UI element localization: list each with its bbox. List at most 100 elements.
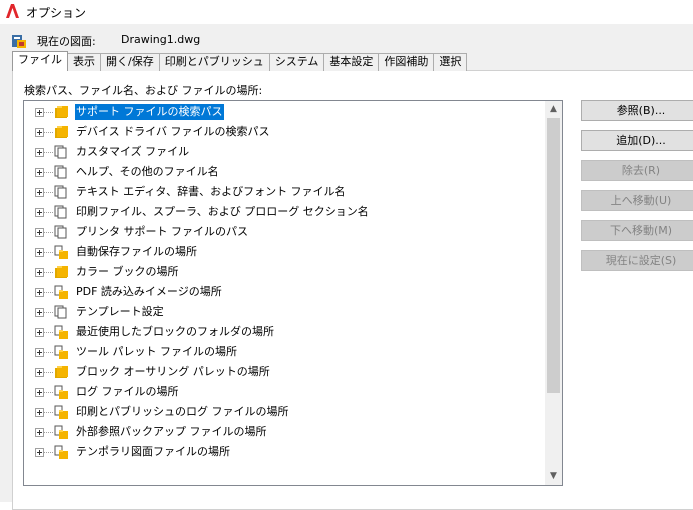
tree-connector [44,372,53,373]
expand-icon[interactable] [35,448,44,457]
tab-user-preferences[interactable]: 基本設定 [323,53,380,71]
expand-icon[interactable] [35,168,44,177]
tree-connector [44,312,53,313]
tree-item-label[interactable]: ヘルプ、その他のファイル名 [75,164,220,180]
scrollbar-thumb[interactable] [547,118,560,393]
expand-icon[interactable] [35,288,44,297]
tree-item[interactable]: テキスト エディタ、辞書、およびフォント ファイル名 [24,182,546,202]
expand-icon[interactable] [35,408,44,417]
expand-icon[interactable] [35,388,44,397]
tree-item[interactable]: 印刷ファイル、スプーラ、および プロローグ セクション名 [24,202,546,222]
tree-connector [44,112,53,113]
file-stack-icon [54,305,67,319]
tree-connector [44,432,53,433]
tree-item[interactable]: ツール パレット ファイルの場所 [24,342,546,362]
current-drawing-value: Drawing1.dwg [121,33,201,46]
tree-item-label[interactable]: テキスト エディタ、辞書、およびフォント ファイル名 [75,184,347,200]
file-folder-icon [54,445,68,459]
expand-icon[interactable] [35,208,44,217]
vertical-scrollbar[interactable]: ▲ ▼ [545,101,562,485]
tab-strip: ファイル 表示 開く/保存 印刷とパブリッシュ システム 基本設定 作図補助 選択 [12,51,468,71]
file-stack-icon [54,205,67,219]
tree-item-label[interactable]: サポート ファイルの検索パス [75,104,224,120]
set-current-button[interactable]: 現在に設定(S) [581,250,693,271]
expand-icon[interactable] [35,328,44,337]
tab-drafting[interactable]: 作図補助 [378,53,435,71]
tree-item[interactable]: ヘルプ、その他のファイル名 [24,162,546,182]
tab-open-save[interactable]: 開く/保存 [100,53,160,71]
folder-stack-icon [55,266,68,278]
expand-icon[interactable] [35,188,44,197]
tree-item-label[interactable]: ツール パレット ファイルの場所 [75,344,238,360]
tree-connector [44,352,53,353]
tree-item[interactable]: テンプレート設定 [24,302,546,322]
file-folder-icon [54,245,68,259]
file-folder-icon [54,425,68,439]
expand-icon[interactable] [35,128,44,137]
tree-connector [44,332,53,333]
tab-display[interactable]: 表示 [67,53,101,71]
tree-item[interactable]: ブロック オーサリング パレットの場所 [24,362,546,382]
add-button[interactable]: 追加(D)... [581,130,693,151]
tree-item[interactable]: カスタマイズ ファイル [24,142,546,162]
drawing-file-icon [12,35,26,48]
scroll-up-icon[interactable]: ▲ [545,101,562,118]
tree-connector [44,152,53,153]
file-stack-icon [54,185,67,199]
tree-item[interactable]: 最近使用したブロックのフォルダの場所 [24,322,546,342]
expand-icon[interactable] [35,308,44,317]
tree-item[interactable]: 印刷とパブリッシュのログ ファイルの場所 [24,402,546,422]
tree-item-label[interactable]: カスタマイズ ファイル [75,144,190,160]
browse-button[interactable]: 参照(B)... [581,100,693,121]
file-folder-icon [54,285,68,299]
tree-item[interactable]: 自動保存ファイルの場所 [24,242,546,262]
move-up-button[interactable]: 上へ移動(U) [581,190,693,211]
tree-connector [44,212,53,213]
tree-item[interactable]: 外部参照パックアップ ファイルの場所 [24,422,546,442]
expand-icon[interactable] [35,428,44,437]
tree-item-label[interactable]: PDF 読み込みイメージの場所 [75,284,223,300]
move-down-button[interactable]: 下へ移動(M) [581,220,693,241]
tree-item-label[interactable]: テンポラリ図面ファイルの場所 [75,444,231,460]
file-folder-icon [54,405,68,419]
tree-connector [44,232,53,233]
expand-icon[interactable] [35,228,44,237]
expand-icon[interactable] [35,248,44,257]
search-paths-tree[interactable]: サポート ファイルの検索パスデバイス ドライバ ファイルの検索パス カスタマイズ … [23,100,563,486]
tree-item[interactable]: サポート ファイルの検索パス [24,102,546,122]
tree-item-label[interactable]: 印刷ファイル、スプーラ、および プロローグ セクション名 [75,204,370,220]
scroll-down-icon[interactable]: ▼ [545,468,562,485]
folder-stack-icon [55,126,68,138]
tree-connector [44,172,53,173]
expand-icon[interactable] [35,108,44,117]
tree-item[interactable]: カラー ブックの場所 [24,262,546,282]
tree-item-label[interactable]: カラー ブックの場所 [75,264,180,280]
tab-selection[interactable]: 選択 [433,53,468,71]
tree-item-label[interactable]: 印刷とパブリッシュのログ ファイルの場所 [75,404,290,420]
tree-item-label[interactable]: デバイス ドライバ ファイルの検索パス [75,124,270,140]
tab-system[interactable]: システム [268,53,325,71]
folder-stack-icon [55,366,68,378]
search-paths-caption: 検索パス、ファイル名、および ファイルの場所: [24,84,263,97]
tree-item-label[interactable]: ブロック オーサリング パレットの場所 [75,364,271,380]
tree-item-label[interactable]: ログ ファイルの場所 [75,384,180,400]
tab-plot-publish[interactable]: 印刷とパブリッシュ [158,53,270,71]
tab-files[interactable]: ファイル [12,51,68,71]
title-bar: オプション [0,0,693,24]
expand-icon[interactable] [35,368,44,377]
expand-icon[interactable] [35,148,44,157]
tree-item-label[interactable]: 外部参照パックアップ ファイルの場所 [75,424,268,440]
remove-button[interactable]: 除去(R) [581,160,693,181]
tree-item-label[interactable]: 最近使用したブロックのフォルダの場所 [75,324,275,340]
expand-icon[interactable] [35,348,44,357]
tree-item[interactable]: ログ ファイルの場所 [24,382,546,402]
expand-icon[interactable] [35,268,44,277]
tree-item-label[interactable]: 自動保存ファイルの場所 [75,244,198,260]
tree-item-label[interactable]: プリンタ サポート ファイルのパス [75,224,249,240]
tree-item[interactable]: テンポラリ図面ファイルの場所 [24,442,546,462]
current-drawing-label: 現在の図面: [37,35,96,48]
tree-item[interactable]: PDF 読み込みイメージの場所 [24,282,546,302]
tree-item-label[interactable]: テンプレート設定 [75,304,165,320]
tree-item[interactable]: デバイス ドライバ ファイルの検索パス [24,122,546,142]
tree-item[interactable]: プリンタ サポート ファイルのパス [24,222,546,242]
